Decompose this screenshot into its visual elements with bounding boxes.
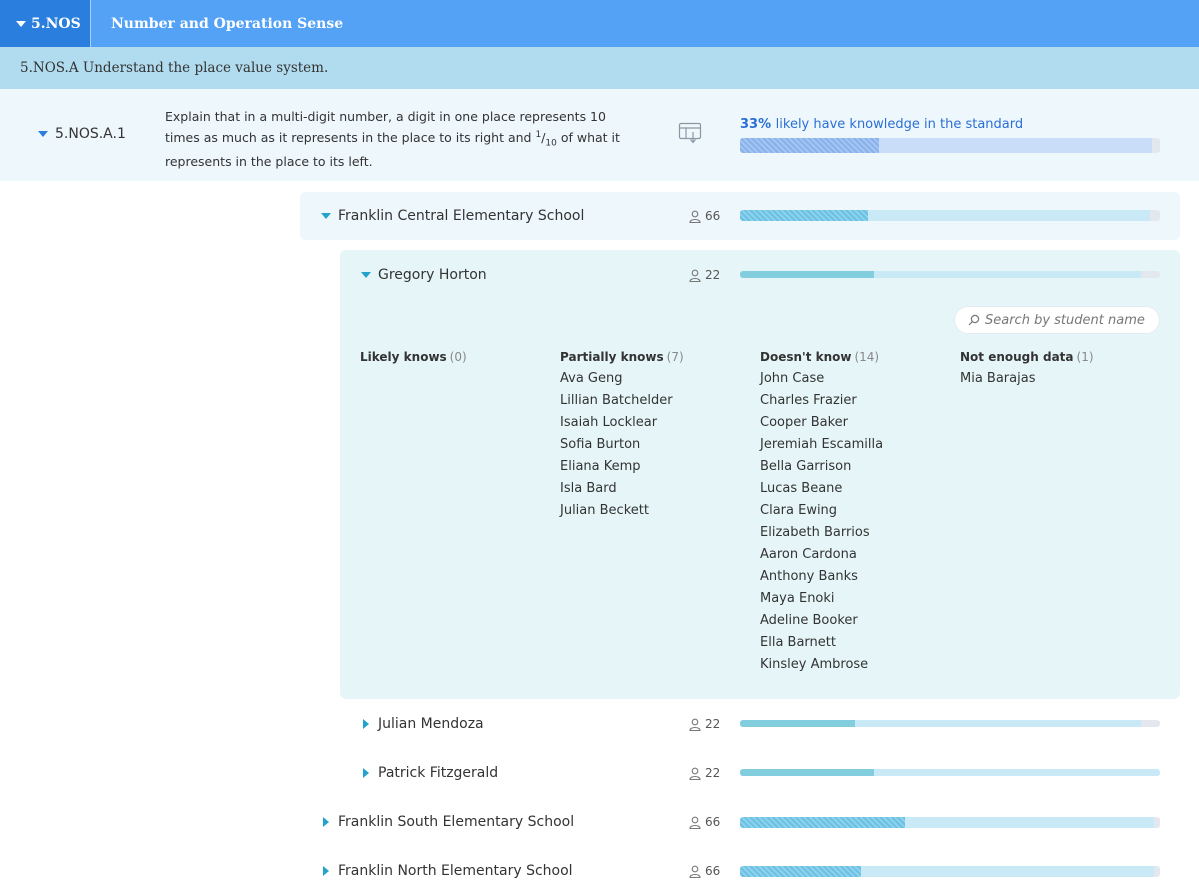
progress-fill (740, 720, 855, 727)
student-name[interactable]: Bella Garrison (760, 456, 950, 478)
progress-fill (740, 210, 869, 221)
domain-title: Number and Operation Sense (111, 15, 344, 32)
teacher-name-horton[interactable]: Gregory Horton (378, 267, 487, 283)
teacher-caret-right-icon[interactable] (363, 768, 369, 778)
school-caret-down-icon[interactable] (321, 213, 331, 219)
student-name[interactable]: Sofia Burton (560, 434, 750, 456)
student-name[interactable]: Ava Geng (560, 368, 750, 390)
person-icon (689, 269, 701, 282)
standard-code[interactable]: 5.NOS.A.1 (55, 126, 126, 142)
student-name[interactable]: Aaron Cardona (760, 544, 950, 566)
standard-progress-fill (740, 138, 879, 153)
student-name[interactable]: Jeremiah Escamilla (760, 434, 950, 456)
student-name[interactable]: Isaiah Locklear (560, 412, 750, 434)
search-placeholder: Search by student name (985, 312, 1145, 328)
student-name[interactable]: Julian Beckett (560, 500, 750, 522)
standard-progress-bar (740, 138, 1160, 153)
school-progress-bar-central (740, 210, 1160, 221)
domain-header: 5.NOS Number and Operation Sense (0, 0, 1199, 47)
student-search-input[interactable]: Search by student name (954, 306, 1160, 334)
student-count-central: 66 (689, 209, 720, 223)
school-name-north[interactable]: Franklin North Elementary School (338, 863, 573, 879)
student-name[interactable]: Lillian Batchelder (560, 390, 750, 412)
school-caret-right-icon[interactable] (323, 866, 329, 876)
student-count-horton: 22 (689, 268, 720, 282)
student-list-doesnt: John Case Charles Frazier Cooper Baker Jere… (760, 368, 950, 676)
export-icon[interactable] (678, 122, 702, 144)
student-name[interactable]: Clara Ewing (760, 500, 950, 522)
cluster-label: 5.NOS.A Understand the place value syste… (20, 60, 329, 76)
student-name[interactable]: John Case (760, 368, 950, 390)
progress-fill (740, 817, 906, 828)
person-icon (689, 767, 701, 780)
student-name[interactable]: Cooper Baker (760, 412, 950, 434)
student-name[interactable]: Lucas Beane (760, 478, 950, 500)
person-icon (689, 865, 701, 878)
standard-percent-label: 33% likely have knowledge in the standar… (740, 117, 1024, 132)
teacher-name-fitzgerald[interactable]: Patrick Fitzgerald (378, 765, 498, 781)
person-icon (689, 718, 701, 731)
student-count-fitzgerald: 22 (689, 766, 720, 780)
column-header-likely: Likely knows (0) (360, 350, 467, 364)
progress-fill (740, 866, 861, 877)
domain-toggle[interactable]: 5.NOS (0, 0, 90, 47)
column-not-enough-data: Not enough data (1) Mia Barajas (960, 350, 1160, 390)
teacher-progress-bar-mendoza (740, 720, 1160, 727)
caret-down-icon (16, 20, 26, 27)
teacher-progress-bar-horton (740, 271, 1160, 278)
student-name[interactable]: Eliana Kemp (560, 456, 750, 478)
school-progress-bar-north (740, 866, 1160, 877)
standard-caret-down-icon[interactable] (38, 131, 48, 137)
student-name[interactable]: Maya Enoki (760, 588, 950, 610)
student-list-partial: Ava Geng Lillian Batchelder Isaiah Locklea… (560, 368, 750, 522)
person-icon (689, 816, 701, 829)
student-name[interactable]: Mia Barajas (960, 368, 1160, 390)
student-name[interactable]: Adeline Booker (760, 610, 950, 632)
school-progress-bar-south (740, 817, 1160, 828)
standard-description: Explain that in a multi-digit number, a … (165, 109, 620, 169)
teacher-name-mendoza[interactable]: Julian Mendoza (378, 716, 484, 732)
student-name[interactable]: Anthony Banks (760, 566, 950, 588)
column-header-notenough: Not enough data (1) (960, 350, 1094, 364)
school-name-central[interactable]: Franklin Central Elementary School (338, 208, 584, 224)
student-list-notenough: Mia Barajas (960, 368, 1160, 390)
student-name[interactable]: Isla Bard (560, 478, 750, 500)
student-count-north: 66 (689, 864, 720, 878)
student-name[interactable]: Charles Frazier (760, 390, 950, 412)
domain-code: 5.NOS (31, 15, 81, 32)
column-doesnt-know: Doesn't know (14) John Case Charles Frazie… (760, 350, 950, 676)
column-header-doesnt: Doesn't know (14) (760, 350, 880, 364)
student-name[interactable]: Ella Barnett (760, 632, 950, 654)
school-caret-right-icon[interactable] (323, 817, 329, 827)
header-divider (90, 0, 91, 47)
column-likely-knows: Likely knows (0) (360, 350, 550, 368)
school-name-south[interactable]: Franklin South Elementary School (338, 814, 574, 830)
teacher-caret-right-icon[interactable] (363, 719, 369, 729)
student-name[interactable]: Kinsley Ambrose (760, 654, 950, 676)
column-header-partial: Partially knows (7) (560, 350, 684, 364)
progress-fill (740, 769, 874, 776)
teacher-progress-bar-fitzgerald (740, 769, 1160, 776)
column-partially-knows: Partially knows (7) Ava Geng Lillian Batch… (560, 350, 750, 522)
progress-fill (740, 271, 874, 278)
teacher-caret-down-icon[interactable] (361, 272, 371, 278)
search-icon (968, 314, 980, 326)
student-name[interactable]: Elizabeth Barrios (760, 522, 950, 544)
cluster-bar: 5.NOS.A Understand the place value syste… (0, 47, 1199, 89)
student-count-south: 66 (689, 815, 720, 829)
student-count-mendoza: 22 (689, 717, 720, 731)
person-icon (689, 210, 701, 223)
